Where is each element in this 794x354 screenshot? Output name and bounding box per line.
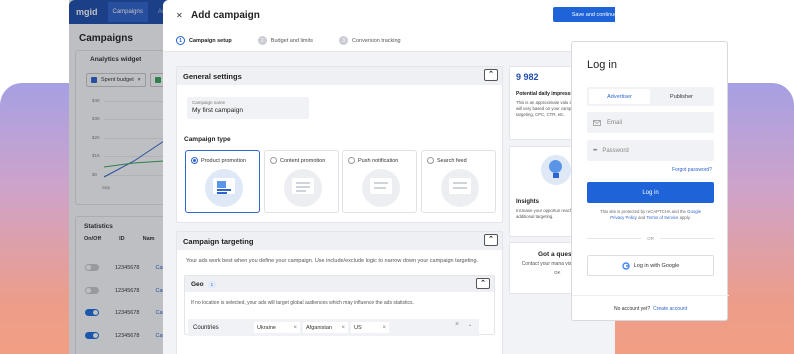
campaign-name-field[interactable]: Campaign name My first campaign (187, 97, 309, 119)
field-value: My first campaign (192, 107, 243, 114)
add-campaign-modal: ✕ Add campaign Save and continue 1 Campa… (163, 0, 615, 354)
modal-header: ✕ Add campaign (163, 0, 615, 30)
or-divider: OR (587, 236, 714, 241)
mail-icon (593, 119, 601, 126)
option-content-promotion[interactable]: Content promotion (264, 150, 339, 213)
step-label: Conversion tracking (352, 37, 401, 44)
geo-count-badge: 1 (207, 280, 217, 288)
step-conversion-tracking[interactable]: 3 Conversion tracking (339, 36, 401, 45)
collapse-button[interactable]: ⌃ (484, 69, 498, 81)
or-label: OR (647, 236, 654, 241)
tab-publisher[interactable]: Publisher (651, 89, 712, 104)
chip-label: Afganistan (306, 324, 332, 331)
step-label: Budget and limits (270, 37, 313, 44)
step-number: 1 (176, 36, 185, 45)
section-header: Campaign targeting ⌃ (177, 232, 502, 250)
countries-label: Countries (193, 324, 219, 331)
google-login-label: Log in with Google (633, 262, 680, 269)
geo-header: Geo 1 ⌃ (185, 276, 494, 292)
no-account-text: No account yet? (613, 306, 651, 312)
radio-unchecked[interactable] (270, 157, 277, 164)
stepper: 1 Campaign setup 2 Budget and limits 3 C… (163, 30, 615, 52)
content-promotion-illustration-icon (284, 169, 322, 207)
push-notification-illustration-icon (362, 169, 400, 207)
collapse-button[interactable]: ⌃ (484, 234, 498, 246)
chip-label: US (354, 324, 362, 331)
country-chip[interactable]: Ukraine × (254, 322, 300, 333)
forgot-password-link[interactable]: Forgot password? (672, 167, 712, 173)
step-budget-and-limits[interactable]: 2 Budget and limits (257, 36, 313, 45)
step-number: 2 (257, 36, 267, 45)
create-account-link[interactable]: Create account (653, 306, 687, 312)
lightbulb-icon (541, 155, 571, 185)
campaign-targeting-section: Campaign targeting ⌃ Your ads work best … (176, 231, 503, 354)
field-label: Campaign name (192, 100, 226, 105)
campaign-type-title: Campaign type (184, 136, 231, 143)
option-product-promotion[interactable]: Product promotion (185, 150, 260, 213)
terms-of-service-link[interactable]: Terms of Service (646, 215, 678, 220)
recaptcha-notice: This site is protected by reCAPTCHA and … (594, 209, 707, 221)
step-number: 3 (339, 36, 348, 45)
google-login-button[interactable]: Log in with Google (587, 255, 714, 276)
chip-label: Ukraine (257, 324, 276, 331)
step-campaign-setup[interactable]: 1 Campaign setup (176, 36, 232, 45)
option-label: Search feed (437, 157, 467, 164)
radio-checked[interactable] (191, 157, 198, 164)
product-promotion-illustration-icon (205, 169, 243, 207)
login-button[interactable]: Log in (587, 182, 714, 203)
radio-unchecked[interactable] (427, 157, 434, 164)
geo-collapse-button[interactable]: ⌃ (476, 278, 490, 289)
general-settings-section: General settings ⌃ Campaign name My firs… (176, 66, 503, 223)
search-feed-illustration-icon (441, 169, 479, 207)
save-and-continue-button[interactable]: Save and continue (553, 7, 615, 22)
clear-all-icon[interactable]: × (455, 321, 459, 328)
modal-title: Add campaign (191, 9, 260, 21)
chevron-down-icon[interactable]: ⌄ (468, 322, 472, 328)
targeting-hint: Your ads work best when you define your … (186, 258, 479, 264)
geo-title: Geo (191, 280, 204, 288)
remove-icon[interactable]: × (293, 325, 297, 331)
apply-text: apply. (679, 215, 691, 220)
login-title: Log in (587, 59, 617, 71)
section-header: General settings ⌃ (177, 67, 502, 85)
and-text: and (638, 215, 646, 220)
email-placeholder: Email (607, 119, 623, 126)
login-card: Log in Advertiser Publisher Email ••• Pa… (571, 41, 729, 322)
countries-row: Countries Ukraine × Afganistan × US × × ⌄ (188, 319, 479, 336)
password-dots-icon: ••• (593, 147, 597, 154)
option-label: Product promotion (201, 157, 246, 164)
remove-icon[interactable]: × (341, 325, 345, 331)
section-title: Campaign targeting (183, 236, 254, 246)
recaptcha-text: This site is protected by reCAPTCHA and … (599, 209, 686, 214)
account-type-switch: Advertiser Publisher (587, 87, 714, 106)
radio-unchecked[interactable] (348, 157, 355, 164)
country-chip[interactable]: US × (351, 322, 389, 333)
google-icon (622, 261, 630, 270)
option-search-feed[interactable]: Search feed (421, 150, 496, 213)
password-placeholder: Password (602, 147, 629, 154)
option-label: Content promotion (280, 157, 326, 164)
close-icon[interactable]: ✕ (176, 11, 186, 20)
section-title: General settings (183, 71, 242, 81)
tab-advertiser[interactable]: Advertiser (589, 89, 650, 104)
geo-note: If no location is selected, your ads wil… (191, 300, 414, 306)
geo-panel: Geo 1 ⌃ If no location is selected, your… (184, 275, 495, 336)
password-field[interactable]: ••• Password (587, 140, 714, 161)
email-field[interactable]: Email (587, 112, 714, 133)
step-label: Campaign setup (189, 37, 232, 44)
signup-footer: No account yet? Create account (572, 295, 729, 322)
option-push-notification[interactable]: Push notification (342, 150, 417, 213)
option-label: Push notification (358, 157, 399, 164)
country-chip[interactable]: Afganistan × (303, 322, 348, 333)
remove-icon[interactable]: × (382, 325, 386, 331)
